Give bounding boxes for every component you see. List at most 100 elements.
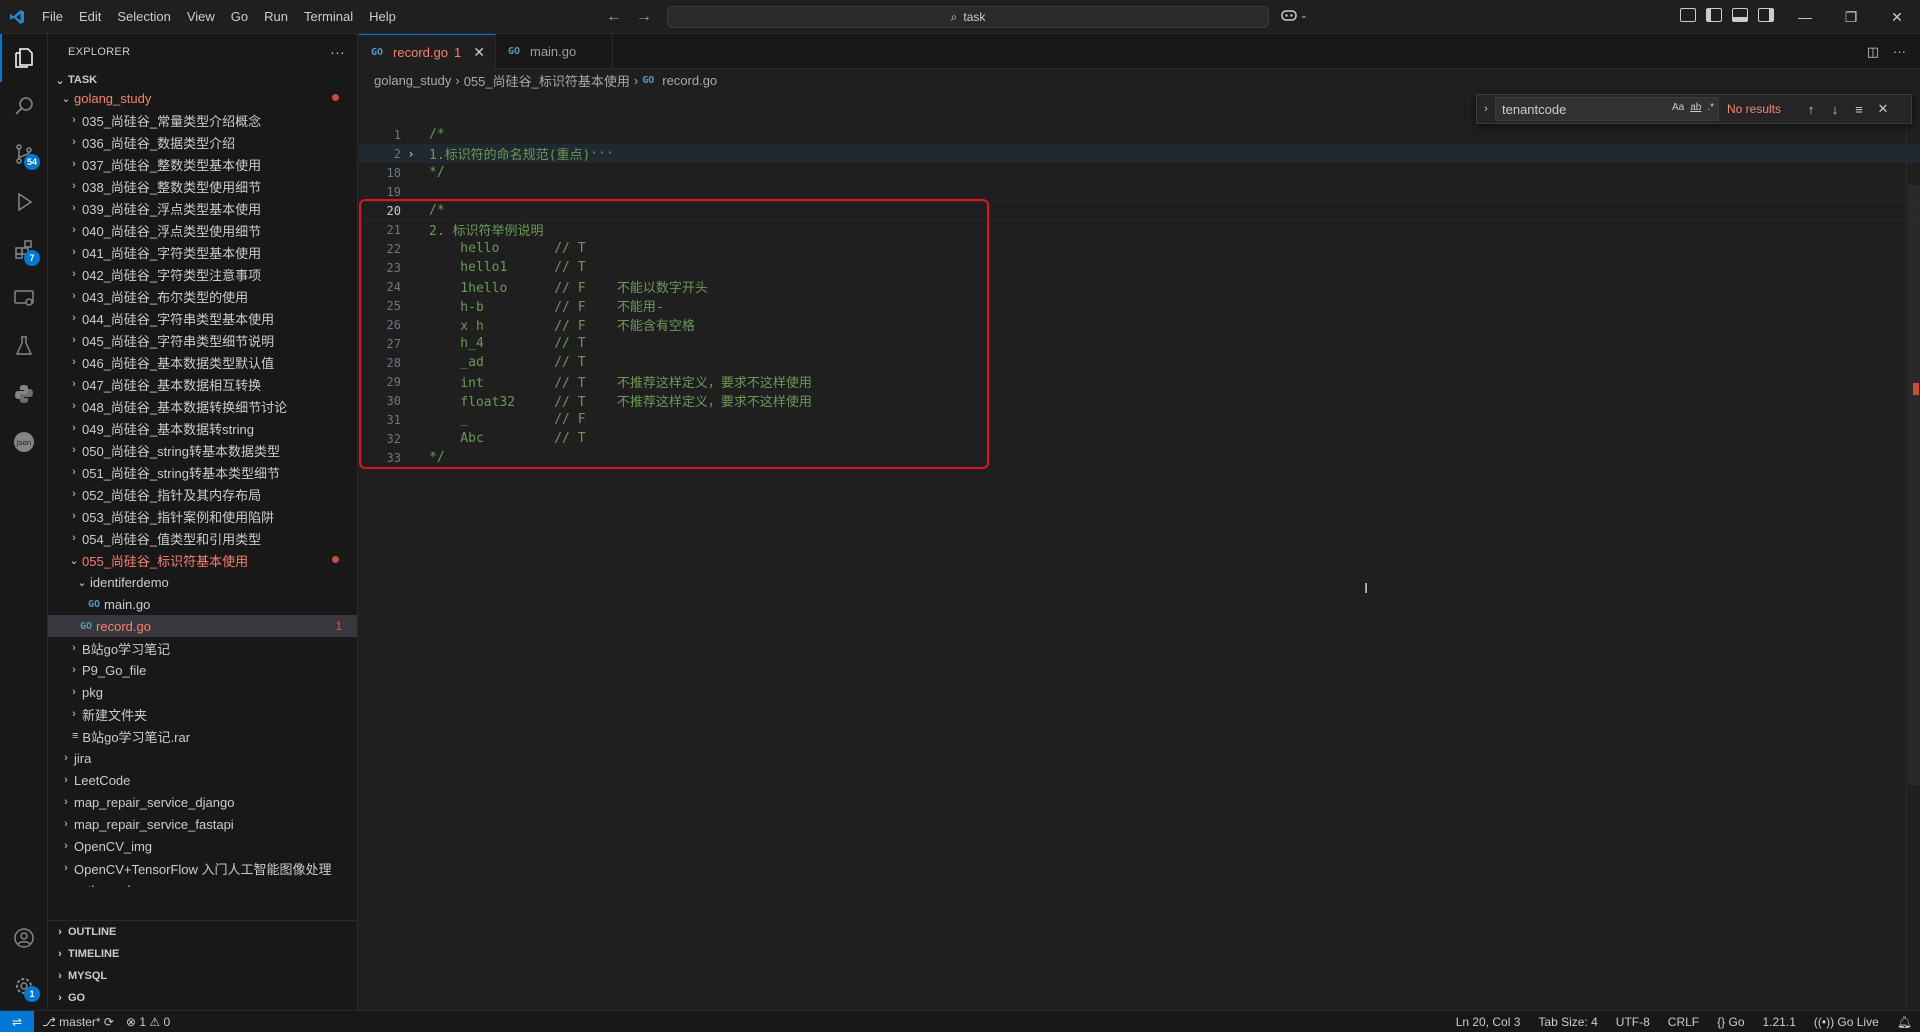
menu-item-selection[interactable]: Selection — [109, 0, 178, 34]
menu-item-run[interactable]: Run — [256, 0, 296, 34]
problems-indicator[interactable]: ⊗ 1 ⚠ 0 — [126, 1015, 170, 1029]
testing-icon[interactable] — [0, 322, 48, 370]
tree-folder[interactable]: › 040_尚硅谷_浮点类型使用细节 — [48, 219, 357, 241]
tree-folder[interactable]: › 新建文件夹 — [48, 703, 357, 725]
tree-folder[interactable]: › 036_尚硅谷_数据类型介绍 — [48, 131, 357, 153]
code-view[interactable]: 1 /* 2 › 1.标识符的命名规范(重点) ··· 18 */ 19 20 /* 21 2. 标识符… — [359, 125, 1920, 467]
sync-icon[interactable]: ⟳ — [104, 1015, 114, 1029]
find-in-selection-icon[interactable]: ≡ — [1847, 102, 1871, 117]
tree-folder[interactable]: › OpenCV_img — [48, 835, 357, 857]
more-actions-icon[interactable]: ··· — [330, 44, 345, 60]
go-live-button[interactable]: ((•)) Go Live — [1814, 1015, 1879, 1029]
tree-folder[interactable]: › 049_尚硅谷_基本数据转string — [48, 417, 357, 439]
close-window-icon[interactable]: ✕ — [1874, 0, 1920, 34]
remote-explorer-icon[interactable] — [0, 274, 48, 322]
tree-folder[interactable]: › pkg — [48, 681, 357, 703]
toggle-panel-icon[interactable] — [1732, 8, 1748, 22]
menu-item-help[interactable]: Help — [361, 0, 404, 34]
section-timeline[interactable]: › TIMELINE — [48, 943, 357, 965]
tree-folder[interactable]: › 039_尚硅谷_浮点类型基本使用 — [48, 197, 357, 219]
tab-record-go[interactable]: GO record.go 1 ✕ — [359, 34, 496, 69]
tree-folder[interactable]: › map_repair_service_fastapi — [48, 813, 357, 835]
tree-folder[interactable]: › P9_Go_file — [48, 659, 357, 681]
manage-gear-icon[interactable]: 1 — [0, 962, 48, 1010]
tree-folder[interactable]: › 046_尚硅谷_基本数据类型默认值 — [48, 351, 357, 373]
menu-item-view[interactable]: View — [179, 0, 223, 34]
extensions-icon[interactable]: 7 — [0, 226, 48, 274]
tree-folder[interactable]: › 048_尚硅谷_基本数据转换细节讨论 — [48, 395, 357, 417]
run-debug-icon[interactable] — [0, 178, 48, 226]
encoding[interactable]: UTF-8 — [1616, 1015, 1650, 1029]
tree-folder[interactable]: ⌄ 055_尚硅谷_标识符基本使用 — [48, 549, 357, 571]
breadcrumb-item[interactable]: golang_study — [374, 73, 451, 88]
tree-folder[interactable]: › 041_尚硅谷_字符类型基本使用 — [48, 241, 357, 263]
accounts-icon[interactable] — [0, 914, 48, 962]
menu-item-edit[interactable]: Edit — [71, 0, 109, 34]
explorer-icon[interactable] — [0, 34, 48, 82]
tree-folder[interactable]: › 050_尚硅谷_string转基本数据类型 — [48, 439, 357, 461]
tree-folder[interactable]: › 043_尚硅谷_布尔类型的使用 — [48, 285, 357, 307]
next-match-icon[interactable]: ↓ — [1823, 102, 1847, 117]
toggle-replace-chevron-icon[interactable]: › — [1477, 103, 1495, 115]
tree-folder[interactable]: › LeetCode — [48, 769, 357, 791]
find-input[interactable]: tenantcode Aa ab .* — [1495, 97, 1719, 121]
tree-folder[interactable]: › 051_尚硅谷_string转基本类型细节 — [48, 461, 357, 483]
tree-folder[interactable]: › 037_尚硅谷_整数类型基本使用 — [48, 153, 357, 175]
cursor-position[interactable]: Ln 20, Col 3 — [1456, 1015, 1521, 1029]
python-icon[interactable] — [0, 370, 48, 418]
tree-file[interactable]: ≡ B站go学习笔记.rar — [48, 725, 357, 747]
restore-icon[interactable]: ❐ — [1828, 0, 1874, 34]
menu-item-go[interactable]: Go — [223, 0, 256, 34]
tree-folder[interactable]: › jira — [48, 747, 357, 769]
end-of-line[interactable]: CRLF — [1668, 1015, 1699, 1029]
match-whole-word-icon[interactable]: ab — [1690, 102, 1701, 113]
command-center-search[interactable]: ⌕ task — [667, 6, 1269, 28]
tab-main-go[interactable]: GO main.go — [496, 34, 614, 69]
menu-item-file[interactable]: File — [34, 0, 71, 34]
tree-folder[interactable]: ›python_abc — [48, 879, 357, 888]
use-regex-icon[interactable]: .* — [1707, 102, 1714, 113]
split-editor-icon[interactable]: ◫ — [1867, 44, 1879, 60]
tree-folder[interactable]: › 042_尚硅谷_字符类型注意事项 — [48, 263, 357, 285]
breadcrumb-item[interactable]: record.go — [662, 73, 717, 88]
match-case-icon[interactable]: Aa — [1672, 102, 1684, 113]
section-go[interactable]: › GO — [48, 987, 357, 1009]
customize-layout-icon[interactable] — [1680, 8, 1696, 22]
tree-folder[interactable]: › map_repair_service_django — [48, 791, 357, 813]
tree-folder[interactable]: › 035_尚硅谷_常量类型介绍概念 — [48, 109, 357, 131]
tree-file[interactable]: GO record.go 1 — [48, 615, 357, 637]
folded-ellipsis[interactable]: ··· — [590, 146, 613, 161]
json-icon[interactable]: Json — [0, 418, 48, 466]
forward-arrow-icon[interactable]: → — [636, 8, 652, 26]
editor-more-icon[interactable]: ··· — [1893, 44, 1906, 60]
notifications-bell-icon[interactable]: 🔔︎ — [1897, 1015, 1912, 1029]
tree-folder[interactable]: › 038_尚硅谷_整数类型使用细节 — [48, 175, 357, 197]
section-mysql[interactable]: › MYSQL — [48, 965, 357, 987]
tree-file[interactable]: GO main.go — [48, 593, 357, 615]
copilot-icon[interactable]: ⌄ — [1280, 8, 1308, 22]
back-arrow-icon[interactable]: ← — [606, 8, 622, 26]
indentation[interactable]: Tab Size: 4 — [1538, 1015, 1597, 1029]
previous-match-icon[interactable]: ↑ — [1799, 102, 1823, 117]
section-outline[interactable]: › OUTLINE — [48, 921, 357, 943]
tree-folder[interactable]: › 044_尚硅谷_字符串类型基本使用 — [48, 307, 357, 329]
close-tab-icon[interactable]: ✕ — [473, 44, 485, 61]
tree-folder[interactable]: › B站go学习笔记 — [48, 637, 357, 659]
remote-indicator-icon[interactable]: ⇌ — [0, 1010, 34, 1032]
go-version[interactable]: 1.21.1 — [1763, 1015, 1796, 1029]
tree-folder[interactable]: › 053_尚硅谷_指针案例和使用陷阱 — [48, 505, 357, 527]
minimize-icon[interactable]: — — [1782, 0, 1828, 34]
tree-folder[interactable]: › 052_尚硅谷_指针及其内存布局 — [48, 483, 357, 505]
menu-item-terminal[interactable]: Terminal — [296, 0, 361, 34]
fold-chevron-icon[interactable]: › — [401, 147, 421, 161]
source-control-icon[interactable]: 54 — [0, 130, 48, 178]
tree-folder[interactable]: › 054_尚硅谷_值类型和引用类型 — [48, 527, 357, 549]
tree-folder[interactable]: › 045_尚硅谷_字符串类型细节说明 — [48, 329, 357, 351]
toggle-primary-sidebar-icon[interactable] — [1706, 8, 1722, 22]
language-mode[interactable]: {} Go — [1717, 1015, 1744, 1029]
tree-folder[interactable]: ⌄ identiferdemo — [48, 571, 357, 593]
toggle-secondary-sidebar-icon[interactable] — [1758, 8, 1774, 22]
close-find-icon[interactable]: ✕ — [1871, 101, 1895, 117]
scrollbar-thumb[interactable] — [1908, 185, 1920, 785]
tree-folder[interactable]: › OpenCV+TensorFlow 入门人工智能图像处理 — [48, 857, 357, 879]
